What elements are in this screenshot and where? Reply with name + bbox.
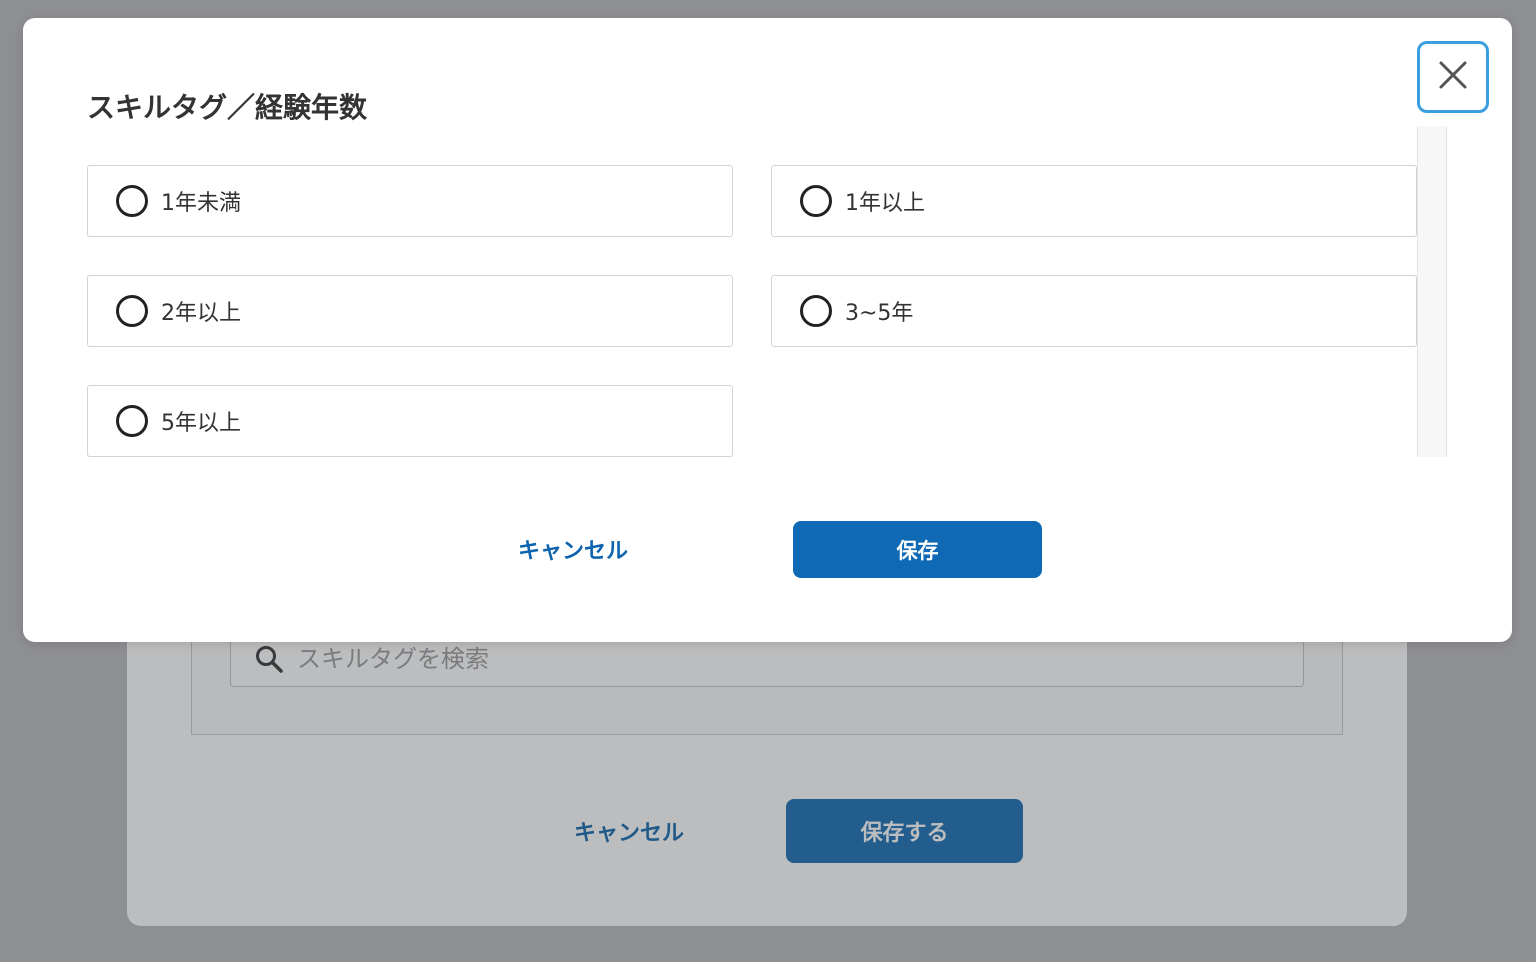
options-scrollbar[interactable] bbox=[1417, 126, 1447, 457]
option-2-years-or-more[interactable]: 2年以上 bbox=[87, 275, 733, 347]
option-label: 5年以上 bbox=[161, 411, 241, 436]
option-3-to-5-years[interactable]: 3~5年 bbox=[771, 275, 1417, 347]
option-5-years-or-more[interactable]: 5年以上 bbox=[87, 385, 733, 457]
cancel-button[interactable]: キャンセル bbox=[501, 526, 645, 572]
experience-years-modal: スキルタグ／経験年数 1年未満 1年以上 2年以上 3~5年 5年以上 キャンセ… bbox=[23, 18, 1512, 642]
experience-options-list: 1年未満 1年以上 2年以上 3~5年 5年以上 bbox=[87, 126, 1447, 457]
save-button[interactable]: 保存 bbox=[793, 521, 1042, 578]
option-1-year-or-more[interactable]: 1年以上 bbox=[771, 165, 1417, 237]
radio-unchecked-icon[interactable] bbox=[116, 295, 148, 327]
radio-unchecked-icon[interactable] bbox=[116, 405, 148, 437]
modal-title: スキルタグ／経験年数 bbox=[87, 91, 368, 124]
radio-unchecked-icon[interactable] bbox=[800, 185, 832, 217]
close-icon bbox=[1438, 60, 1468, 94]
radio-unchecked-icon[interactable] bbox=[800, 295, 832, 327]
radio-unchecked-icon[interactable] bbox=[116, 185, 148, 217]
option-label: 2年以上 bbox=[161, 301, 241, 326]
option-label: 1年未満 bbox=[161, 191, 241, 216]
option-label: 3~5年 bbox=[845, 301, 914, 326]
option-label: 1年以上 bbox=[845, 191, 925, 216]
option-less-than-1-year[interactable]: 1年未満 bbox=[87, 165, 733, 237]
close-button[interactable] bbox=[1417, 41, 1489, 113]
